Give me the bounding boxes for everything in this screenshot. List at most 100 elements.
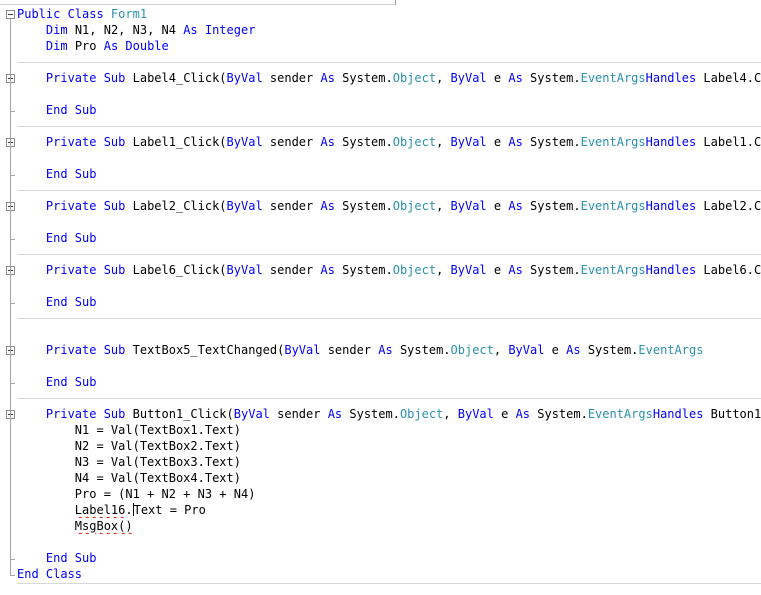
code-line[interactable]: Private Sub Button1_Click(ByVal sender A… [17,406,761,422]
keyword-token: ByVal [226,71,263,85]
procedure-separator [17,318,761,319]
outline-guide-end [10,575,15,576]
code-token: System. [334,135,393,149]
code-line[interactable]: Private Sub Label1_Click(ByVal sender As… [17,134,761,150]
keyword-token: Dim [45,39,68,53]
type-token: Object [392,199,437,213]
procedure-separator [17,398,761,399]
outline-guide-end [10,383,15,384]
keyword-token: Handles [645,71,697,85]
code-line[interactable]: Pro = (N1 + N2 + N3 + N4) [17,486,761,502]
keyword-token: ByVal [450,71,487,85]
code-token: e [486,263,509,277]
code-line[interactable]: N4 = Val(TextBox4.Text) [17,470,761,486]
code-line[interactable]: End Sub [17,550,761,566]
keyword-token: As [378,343,393,357]
code-token: Pro = (N1 + N2 + N3 + N4) [17,487,256,501]
outline-guide [10,275,11,303]
tab-strip-right [396,0,761,4]
code-token: System. [334,199,393,213]
keyword-token: End Sub [45,231,97,245]
code-token: , [436,199,451,213]
keyword-token: ByVal [284,343,321,357]
procedure-separator [17,190,761,191]
keyword-token: Private Sub [45,199,126,213]
code-token: e [486,71,509,85]
code-token: e [544,343,567,357]
keyword-token: ByVal [226,135,263,149]
keyword-token: End Sub [45,295,97,309]
keyword-token: As [508,135,523,149]
code-line[interactable]: End Sub [17,230,761,246]
type-token: Object [392,135,437,149]
code-token: System. [522,199,581,213]
error-token: Label16 [74,503,126,517]
code-token: sender [320,343,379,357]
code-line[interactable]: Dim Pro As Double [17,38,761,54]
code-line[interactable]: N3 = Val(TextBox3.Text) [17,454,761,470]
keyword-token: As [320,263,335,277]
keyword-token: ByVal [450,199,487,213]
outline-guide-end [10,175,15,176]
code-line[interactable]: End Sub [17,294,761,310]
keyword-token: ByVal [457,407,494,421]
code-token: N1, N2, N3, N4 [67,23,184,37]
code-token: , [493,343,509,357]
keyword-token: Handles [645,263,697,277]
code-token: System. [334,71,393,85]
keyword-token: As [566,343,581,357]
type-token: Object [392,71,437,85]
keyword-token: As [327,407,343,421]
code-line[interactable]: N2 = Val(TextBox2.Text) [17,438,761,454]
keyword-token: As [515,407,531,421]
code-editor[interactable]: Public Class Form1 Dim N1, N2, N3, N4 As… [0,6,761,595]
code-token: sender [269,407,328,421]
outline-guide [10,83,11,111]
code-line[interactable]: Label16.Text = Pro [17,502,761,518]
code-token: Label2.Click [703,199,761,213]
keyword-token: As [508,199,523,213]
code-line[interactable]: End Sub [17,166,761,182]
code-line[interactable]: N1 = Val(TextBox1.Text) [17,422,761,438]
outline-guide [10,211,11,239]
code-line[interactable]: End Class [17,566,761,582]
code-line[interactable]: Private Sub Label2_Click(ByVal sender As… [17,198,761,214]
procedure-separator [17,254,761,255]
keyword-token: As [320,135,335,149]
code-line[interactable]: End Sub [17,374,761,390]
keyword-token: ByVal [450,135,487,149]
code-token: N3 = Val(TextBox3.Text) [17,455,241,469]
code-token: , [436,71,451,85]
type-token: Object [399,407,444,421]
keyword-token: Handles [652,407,704,421]
procedure-separator [17,62,761,63]
code-token: sender [262,135,321,149]
code-token: sender [262,71,321,85]
keyword-token: Private Sub [45,263,126,277]
type-token: Object [392,263,437,277]
code-line[interactable]: Dim N1, N2, N3, N4 As Integer [17,22,761,38]
code-token: Label1.Click [703,135,761,149]
code-line[interactable]: Private Sub Label6_Click(ByVal sender As… [17,262,761,278]
code-token: e [486,199,509,213]
procedure-separator [17,126,761,127]
code-line[interactable]: End Sub [17,102,761,118]
code-line[interactable]: MsgBox() [17,518,761,534]
keyword-token: ByVal [226,263,263,277]
type-token: EventArgs [580,135,646,149]
code-line[interactable]: Public Class Form1 [17,6,761,22]
code-line[interactable]: Private Sub Label4_Click(ByVal sender As… [17,70,761,86]
keyword-token: End Sub [45,375,97,389]
keyword-token: ByVal [226,199,263,213]
code-token: System. [342,407,400,421]
code-token: sender [262,199,321,213]
code-token: System. [522,135,581,149]
code-token: Label6_Click( [125,263,227,277]
keyword-token: As [320,199,335,213]
keyword-token: As Integer [183,23,256,37]
code-line[interactable]: Private Sub TextBox5_TextChanged(ByVal s… [17,342,761,358]
collapse-toggle-icon[interactable] [6,10,15,19]
